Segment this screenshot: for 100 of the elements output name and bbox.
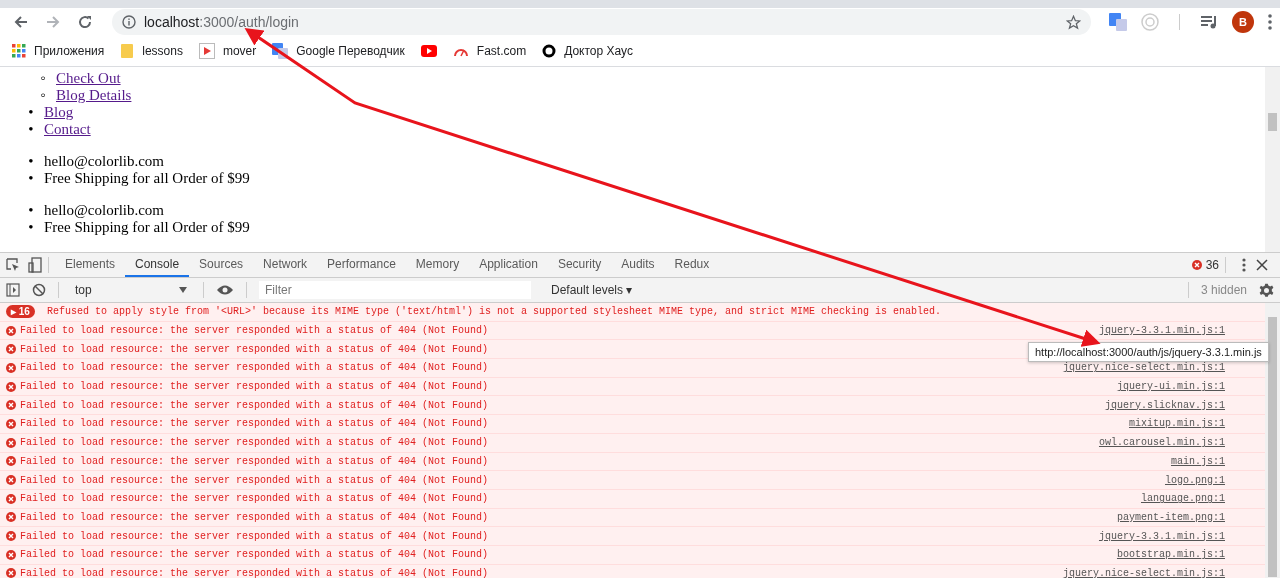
- media-queue-icon[interactable]: [1200, 14, 1218, 30]
- apps-grid-icon: [12, 44, 26, 58]
- source-link[interactable]: owl.carousel.min.js:1: [1098, 437, 1225, 449]
- bookmark[interactable]: Google Переводчик: [272, 43, 405, 59]
- list-bullet: •: [27, 170, 35, 187]
- nav-link[interactable]: Check Out: [56, 70, 121, 87]
- list-bullet: •: [27, 219, 35, 236]
- error-icon: [6, 456, 16, 467]
- profile-avatar[interactable]: B: [1232, 11, 1254, 33]
- devtools-tab[interactable]: Security: [547, 253, 612, 277]
- hidden-count: 3 hidden: [1200, 283, 1247, 297]
- source-link[interactable]: main.js:1: [1171, 455, 1225, 467]
- folder-icon: [120, 43, 135, 59]
- devtools-tab[interactable]: Application: [469, 253, 548, 277]
- star-icon[interactable]: [1066, 14, 1081, 30]
- more-icon[interactable]: [1242, 258, 1246, 272]
- list-text: Free Shipping for all Order of $99: [44, 219, 250, 236]
- bookmark[interactable]: Доктор Хаус: [542, 44, 633, 58]
- message-text: Failed to load resource: the server responded with a status of 404 (Not Found): [20, 530, 489, 542]
- error-count[interactable]: 36: [1205, 258, 1219, 272]
- address-bar[interactable]: localhost:3000/auth/login: [112, 9, 1091, 35]
- bookmark[interactable]: lessons: [120, 43, 183, 59]
- list-bullet: •: [27, 104, 35, 121]
- url-tooltip: http://localhost:3000/auth/js/jquery-3.3.1.min.js: [1028, 342, 1269, 362]
- source-link[interactable]: jquery-ui.min.js:1: [1116, 381, 1225, 393]
- video-play-icon: [420, 45, 437, 57]
- devtools-tab[interactable]: Redux: [664, 253, 720, 277]
- message-text: Failed to load resource: the server responded with a status of 404 (Not Found): [20, 474, 489, 486]
- message-text: Failed to load resource: the server responded with a status of 404 (Not Found): [20, 511, 489, 523]
- nav-link[interactable]: Blog: [44, 104, 74, 121]
- error-icon: [6, 381, 16, 392]
- error-icon: [6, 475, 16, 486]
- translate-extension-icon[interactable]: [1109, 13, 1127, 31]
- error-icon: [6, 437, 16, 448]
- source-link[interactable]: payment-item.png:1: [1116, 511, 1225, 523]
- source-link[interactable]: logo.png:1: [1165, 474, 1225, 486]
- message-text: Refused to apply style from '<URL>' because its MIME type ('text/html') is not a supported stylesheet MIME type, and strict MIME checking is enabled.: [46, 306, 942, 318]
- caret-icon: [179, 287, 187, 293]
- page-scrollbar[interactable]: [1265, 67, 1280, 252]
- list-text: hello@colorlib.com: [44, 153, 165, 170]
- message-text: Failed to load resource: the server responded with a status of 404 (Not Found): [20, 455, 489, 467]
- error-icon: [6, 549, 16, 560]
- devtools-tab[interactable]: Network: [253, 253, 318, 277]
- bookmark[interactable]: [420, 45, 437, 57]
- eye-icon[interactable]: [216, 284, 234, 296]
- list-text: hello@colorlib.com: [44, 202, 165, 219]
- source-link[interactable]: jquery-3.3.1.min.js:1: [1098, 530, 1225, 542]
- message-text: Failed to load resource: the server responded with a status of 404 (Not Found): [20, 437, 489, 449]
- error-icon: [6, 362, 16, 373]
- error-icon: [6, 418, 16, 429]
- nav-link[interactable]: Blog Details: [56, 87, 132, 104]
- bookmark[interactable]: Fast.com: [452, 44, 527, 58]
- source-link[interactable]: jquery.nice-select.min.js:1: [1062, 362, 1225, 374]
- error-icon: [6, 493, 16, 504]
- list-bullet: ◦: [39, 70, 47, 87]
- message-text: Failed to load resource: the server responded with a status of 404 (Not Found): [20, 567, 489, 578]
- devtools-tab[interactable]: Sources: [189, 253, 254, 277]
- error-icon: [6, 344, 16, 355]
- message-text: Failed to load resource: the server responded with a status of 404 (Not Found): [20, 418, 489, 430]
- inspect-icon[interactable]: [6, 258, 20, 272]
- message-text: Failed to load resource: the server responded with a status of 404 (Not Found): [20, 325, 489, 337]
- sidebar-toggle-icon[interactable]: [6, 283, 20, 297]
- list-bullet: •: [27, 202, 35, 219]
- device-toolbar-icon[interactable]: [28, 257, 42, 273]
- devtools-tab[interactable]: Elements: [55, 253, 126, 277]
- list-text: Free Shipping for all Order of $99: [44, 170, 250, 187]
- source-link[interactable]: bootstrap.min.js:1: [1116, 549, 1225, 561]
- translate-icon: [272, 43, 289, 59]
- message-text: Failed to load resource: the server responded with a status of 404 (Not Found): [20, 362, 489, 374]
- devtools-tab[interactable]: Performance: [317, 253, 406, 277]
- back-arrow-icon: [13, 14, 29, 30]
- settings-icon[interactable]: [1259, 282, 1274, 298]
- message-count-badge[interactable]: ▸ 16: [6, 305, 35, 319]
- source-link[interactable]: jquery-3.3.1.min.js:1: [1098, 325, 1225, 337]
- levels-dropdown[interactable]: Default levels ▾: [545, 282, 639, 298]
- menu-icon[interactable]: [1268, 14, 1272, 30]
- console-scrollbar[interactable]: [1265, 303, 1280, 578]
- bookmark[interactable]: Приложения: [12, 44, 105, 58]
- message-text: Failed to load resource: the server responded with a status of 404 (Not Found): [20, 549, 489, 561]
- bookmark[interactable]: mover: [198, 43, 257, 59]
- source-link[interactable]: jquery.slicknav.js:1: [1104, 399, 1225, 411]
- clear-console-icon[interactable]: [32, 283, 46, 297]
- source-link[interactable]: mixitup.min.js:1: [1129, 418, 1225, 430]
- forward-arrow-icon: [45, 14, 61, 30]
- list-bullet: •: [27, 153, 35, 170]
- message-text: Failed to load resource: the server responded with a status of 404 (Not Found): [20, 493, 489, 505]
- source-link[interactable]: language.png:1: [1141, 493, 1225, 505]
- source-link[interactable]: jquery.nice-select.min.js:1: [1062, 567, 1225, 578]
- filter-field[interactable]: Filter: [259, 281, 531, 299]
- devtools-tab[interactable]: Memory: [405, 253, 470, 277]
- reload-icon: [77, 14, 93, 30]
- nav-link[interactable]: Contact: [44, 121, 91, 138]
- error-icon: [6, 531, 16, 542]
- message-text: Failed to load resource: the server responded with a status of 404 (Not Found): [20, 343, 489, 355]
- message-text: Failed to load resource: the server responded with a status of 404 (Not Found): [20, 381, 489, 393]
- devtools-tab[interactable]: Audits: [611, 253, 665, 277]
- context-select[interactable]: top: [71, 280, 191, 300]
- error-icon: [1191, 260, 1202, 270]
- close-icon[interactable]: [1256, 259, 1268, 271]
- ring-icon: [542, 44, 557, 58]
